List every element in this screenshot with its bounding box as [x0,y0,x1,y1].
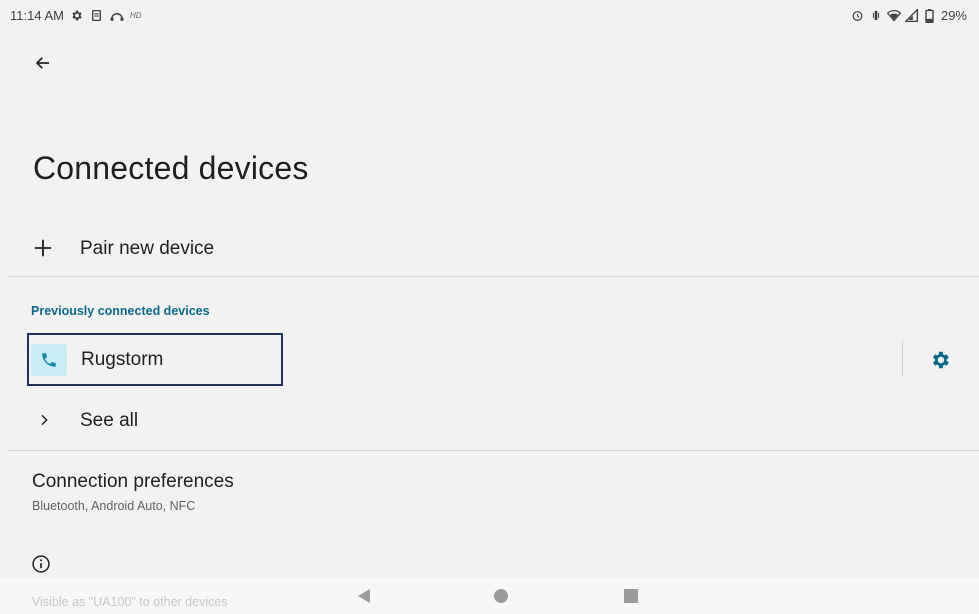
see-all-label: See all [80,410,139,431]
headset-arc-icon [110,9,124,23]
clipboard-icon [90,9,104,23]
battery-icon [923,8,937,23]
status-right: 29% [851,8,967,23]
connection-preferences-subtitle: Bluetooth, Android Auto, NFC [32,499,196,513]
device-settings-button[interactable] [926,346,954,374]
previously-connected-header: Previously connected devices [31,304,210,318]
pair-new-device-label: Pair new device [80,238,215,259]
status-bar: 11:14 AM HD 29% [0,0,979,30]
visible-as-text: Visible as "UA100" to other devices [32,595,228,609]
plus-icon [34,239,52,257]
status-time: 11:14 AM [10,8,64,23]
phone-icon [42,353,56,367]
signal-icon [905,9,919,23]
connection-preferences-item[interactable]: Connection preferences Bluetooth, Androi… [0,462,979,522]
battery-percent: 29% [940,8,967,23]
device-icon-container [31,344,67,376]
divider [8,450,979,451]
info-icon [32,555,50,573]
see-all-item[interactable]: See all [0,398,979,446]
nav-home-button[interactable] [494,589,508,603]
vibrate-icon [869,9,883,23]
alarm-icon [851,9,865,23]
connection-preferences-title: Connection preferences [32,471,234,492]
wifi-icon [886,9,901,23]
nav-back-button[interactable] [356,588,372,604]
navigation-bar: Visible as "UA100" to other devices [0,578,979,614]
page-title: Connected devices [33,150,309,186]
hd-icon: HD [129,11,142,20]
device-name: Rugstorm [81,349,164,370]
pair-new-device-item[interactable]: Pair new device [0,224,979,276]
gear-icon [933,351,949,369]
nav-recents-button[interactable] [624,589,638,603]
back-arrow-icon [35,57,49,69]
status-left: 11:14 AM HD [10,8,142,23]
vertical-divider [902,341,903,377]
chevron-right-icon [41,414,48,426]
device-item-rugstorm[interactable]: Rugstorm [27,333,283,386]
settings-gear-icon [70,9,84,23]
back-button[interactable] [28,48,58,78]
divider [8,276,979,277]
